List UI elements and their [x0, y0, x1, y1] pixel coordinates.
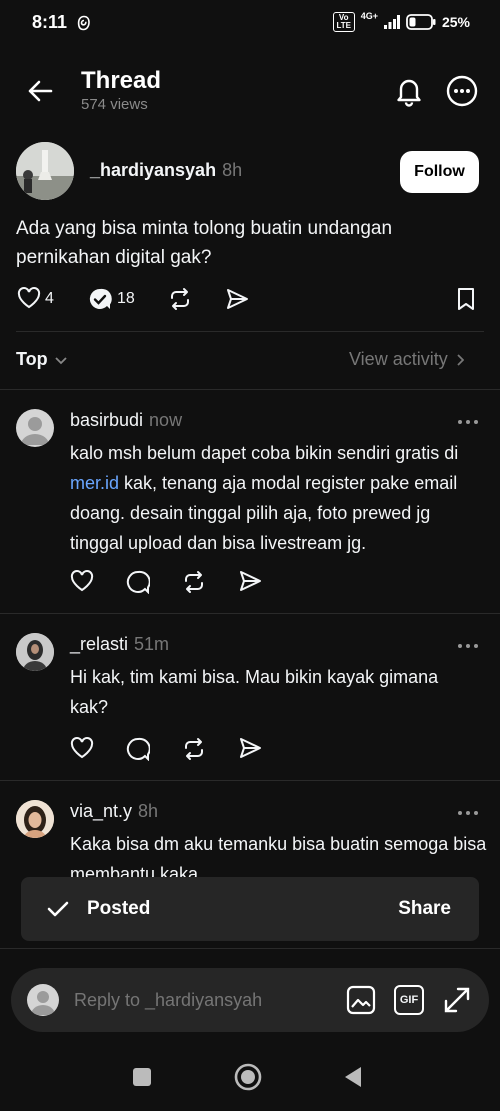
- divider: [0, 613, 500, 614]
- reply-avatar[interactable]: [16, 633, 54, 671]
- threads-logo-icon: [77, 15, 91, 31]
- reply-check-icon[interactable]: [88, 287, 112, 311]
- toast-message-row: Posted: [47, 898, 150, 920]
- volte-icon: Vo LTE: [332, 12, 355, 32]
- post-text: Ada yang bisa minta tolong buatin undang…: [16, 218, 393, 268]
- reply-author-row: _relasti 51m: [70, 634, 169, 655]
- follow-button[interactable]: Follow: [400, 151, 479, 193]
- post-username[interactable]: _hardiyansyah: [90, 160, 216, 180]
- toast-message: Posted: [87, 898, 151, 919]
- posted-toast: Posted Share: [21, 877, 479, 941]
- toast-share-button[interactable]: Share: [398, 898, 451, 920]
- view-activity-link[interactable]: View activity: [349, 349, 464, 370]
- sort-label: Top: [16, 349, 48, 369]
- reply-action-bar: [70, 737, 262, 761]
- chevron-down-icon: [54, 355, 68, 365]
- checkmark-icon: [47, 900, 69, 918]
- post-time: 8h: [222, 160, 243, 180]
- repost-icon[interactable]: [168, 287, 192, 311]
- chevron-right-icon: [456, 353, 464, 367]
- post-author-avatar[interactable]: [16, 142, 74, 200]
- divider: [0, 780, 500, 781]
- gif-icon[interactable]: GIF: [394, 985, 424, 1015]
- reply-author-row: basirbudi now: [70, 410, 182, 431]
- repost-icon[interactable]: [182, 570, 206, 594]
- reply-more-icon[interactable]: [457, 810, 479, 816]
- post-author-row: _hardiyansyah 8h: [90, 160, 242, 181]
- battery-icon: [406, 14, 436, 30]
- bookmark-icon[interactable]: [457, 287, 475, 311]
- reply-text: Hi kak, tim kami bisa. Mau bikin kayak g…: [70, 667, 439, 717]
- network-label: 4G+: [360, 11, 378, 21]
- repost-icon[interactable]: [182, 737, 206, 761]
- reply-more-icon[interactable]: [457, 419, 479, 425]
- home-icon[interactable]: [234, 1063, 262, 1091]
- page-title: Thread: [81, 67, 162, 94]
- reply-text: kalo msh belum dapet coba bikin sendiri …: [70, 443, 459, 553]
- reply-avatar[interactable]: [16, 409, 54, 447]
- reply-time: 51m: [134, 634, 170, 654]
- reply-link[interactable]: mer.id: [70, 473, 119, 493]
- reply-username[interactable]: _relasti: [70, 634, 128, 654]
- reply-author-row: via_nt.y 8h: [70, 801, 158, 822]
- divider: [0, 389, 500, 390]
- status-time: 8:11: [32, 12, 68, 32]
- share-icon[interactable]: [238, 737, 262, 761]
- more-options-icon[interactable]: [445, 74, 479, 108]
- back-arrow-icon[interactable]: [26, 77, 54, 105]
- battery-percent: 25%: [441, 14, 470, 30]
- back-nav-icon[interactable]: [343, 1066, 363, 1088]
- reply-time: 8h: [138, 801, 159, 821]
- like-icon[interactable]: [70, 570, 94, 594]
- reply-avatar[interactable]: [16, 800, 54, 838]
- image-icon[interactable]: [346, 985, 376, 1015]
- reply-count: 18: [117, 290, 135, 307]
- reply-username[interactable]: basirbudi: [70, 410, 143, 430]
- comment-icon[interactable]: [126, 737, 150, 761]
- status-icons: Vo LTE 4G+ 25%: [332, 11, 470, 32]
- expand-icon[interactable]: [442, 985, 472, 1015]
- view-count: 574 views: [81, 96, 148, 113]
- view-activity-label: View activity: [349, 349, 448, 369]
- comment-icon[interactable]: [126, 570, 150, 594]
- recent-apps-icon[interactable]: [132, 1067, 152, 1087]
- reply-text: Kaka bisa dm aku temanku bisa buatin sem…: [70, 834, 487, 877]
- like-icon[interactable]: [17, 287, 41, 309]
- reply-input[interactable]: [74, 990, 324, 1011]
- like-icon[interactable]: [70, 737, 94, 761]
- sort-dropdown[interactable]: Top: [16, 349, 68, 370]
- composer-avatar: [27, 984, 59, 1016]
- bell-icon[interactable]: [393, 75, 425, 107]
- divider: [0, 948, 500, 949]
- share-icon[interactable]: [238, 570, 262, 594]
- reply-username[interactable]: via_nt.y: [70, 801, 132, 821]
- reply-action-bar: [70, 570, 262, 594]
- like-count: 4: [45, 290, 54, 307]
- divider: [16, 331, 484, 332]
- reply-more-icon[interactable]: [457, 643, 479, 649]
- reply-time: now: [149, 410, 183, 430]
- signal-icon: [383, 15, 400, 29]
- share-icon[interactable]: [225, 288, 249, 310]
